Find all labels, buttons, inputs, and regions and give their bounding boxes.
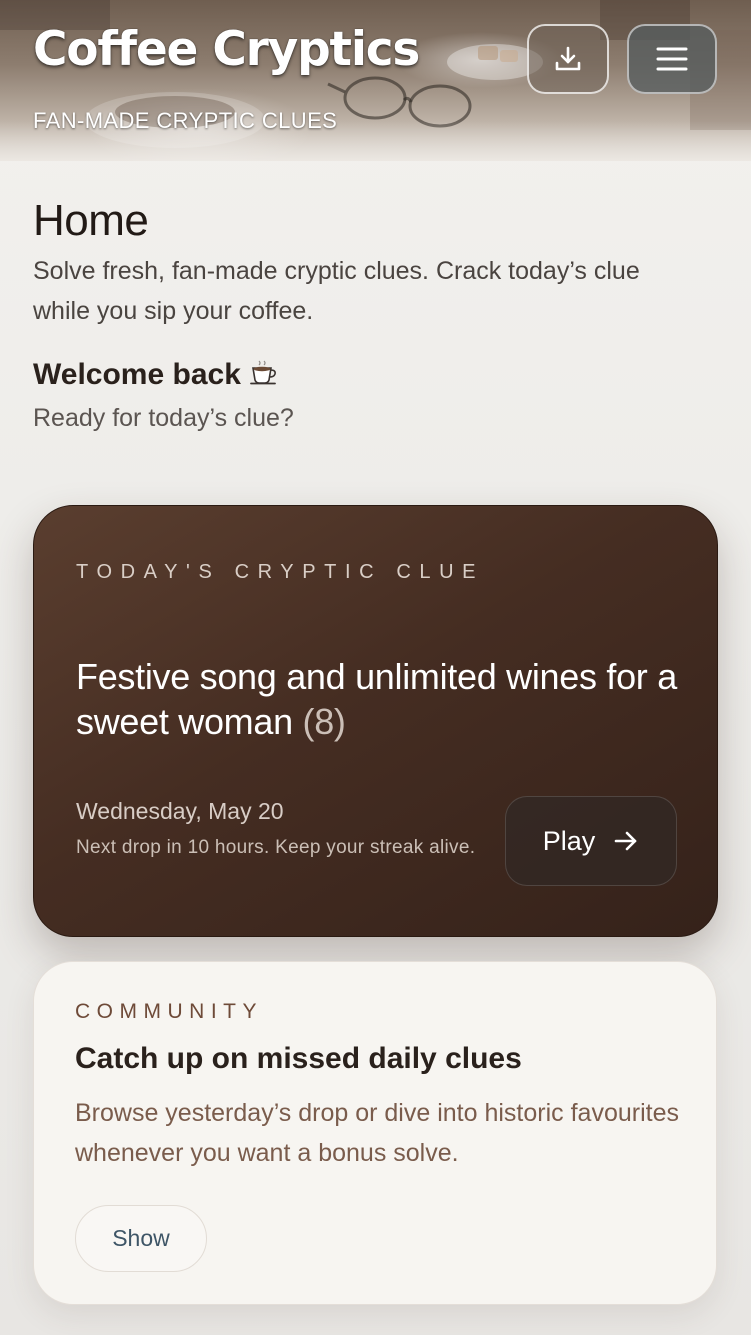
download-icon	[555, 46, 581, 71]
community-eyebrow: COMMUNITY	[75, 1000, 263, 1023]
play-button[interactable]: Play	[505, 796, 677, 886]
home-intro: Solve fresh, fan-made cryptic clues. Cra…	[33, 257, 640, 325]
community-title: Catch up on missed daily clues	[75, 1042, 522, 1075]
clue-text: Festive song and unlimited wines for a s…	[76, 656, 677, 742]
clue-letter-count: (8)	[302, 701, 346, 742]
community-body: Browse yesterday’s drop or dive into his…	[75, 1099, 679, 1167]
welcome-heading: Welcome back	[33, 358, 279, 394]
app-subtitle: FAN-MADE CRYPTIC CLUES	[33, 108, 338, 133]
todays-clue-card: TODAY'S CRYPTIC CLUE Festive song and un…	[33, 505, 718, 937]
clue-card-eyebrow: TODAY'S CRYPTIC CLUE	[76, 561, 485, 583]
app-title: Coffee Cryptics	[33, 22, 420, 77]
community-card: COMMUNITY Catch up on missed daily clues…	[33, 961, 717, 1305]
download-button[interactable]	[527, 24, 609, 94]
page-title: Home	[33, 196, 149, 245]
coffee-cup-icon	[249, 360, 279, 394]
app-header: Coffee Cryptics FAN-MADE CRYPTIC CLUES	[0, 0, 751, 161]
welcome-subtitle: Ready for today’s clue?	[33, 404, 294, 432]
welcome-title: Welcome back	[33, 358, 241, 391]
hamburger-menu-icon	[656, 47, 688, 71]
menu-button[interactable]	[627, 24, 717, 94]
play-button-label: Play	[542, 825, 596, 856]
clue-date: Wednesday, May 20	[76, 798, 284, 824]
page: Coffee Cryptics FAN-MADE CRYPTIC CLUES H…	[0, 0, 751, 1335]
show-button[interactable]: Show	[75, 1205, 207, 1272]
arrow-right-icon	[614, 831, 637, 851]
clue-text-block: Festive song and unlimited wines for a s…	[76, 654, 696, 744]
next-drop-text: Next drop in 10 hours. Keep your streak …	[76, 837, 476, 858]
